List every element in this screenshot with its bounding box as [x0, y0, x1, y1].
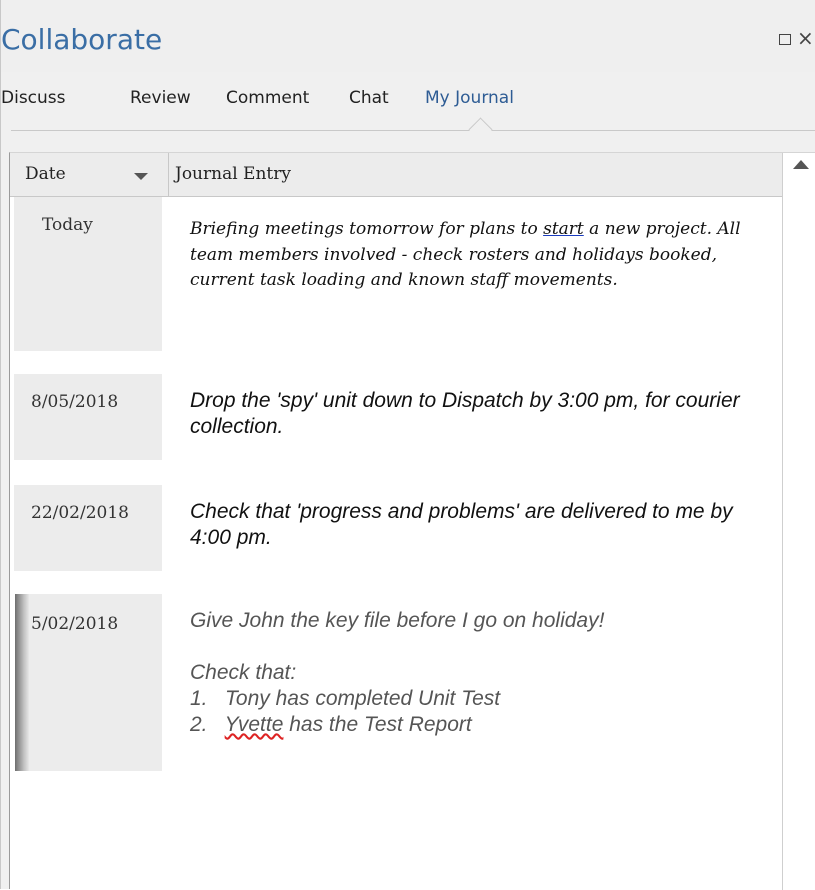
row-date: Today [42, 215, 93, 235]
sort-descending-icon[interactable] [134, 173, 148, 180]
entry-text: Give John the key file before I go on ho… [190, 609, 605, 632]
tab-discuss[interactable]: Discuss [1, 86, 66, 110]
row-date: 8/05/2018 [31, 392, 119, 412]
journal-grid: Date Journal Entry Today Briefing meetin… [9, 152, 815, 890]
tab-review[interactable]: Review [130, 86, 191, 110]
grid-header: Date Journal Entry [10, 153, 782, 197]
list-item: 2. Yvette has the Test Report [190, 713, 472, 736]
vertical-scrollbar[interactable] [782, 153, 815, 890]
entry-text: Briefing meetings tomorrow for plans to … [190, 219, 741, 290]
tab-bar: Discuss Review Comment Chat My Journal [1, 80, 815, 124]
column-header-journal-entry[interactable]: Journal Entry [175, 164, 291, 184]
row-selection-indicator [15, 594, 29, 771]
date-cell[interactable]: 8/05/2018 [14, 374, 162, 460]
row-date: 5/02/2018 [31, 614, 119, 634]
column-header-date[interactable]: Date [25, 164, 66, 184]
window-title: Collaborate [1, 23, 163, 56]
collaborate-window: Collaborate × Discuss Review Comment Cha… [0, 0, 815, 890]
entry-text: Check that: [190, 661, 297, 684]
row-date: 22/02/2018 [31, 503, 129, 523]
scroll-up-arrow-icon[interactable] [793, 160, 809, 169]
date-cell[interactable]: 22/02/2018 [14, 485, 162, 571]
journal-entry[interactable]: Check that 'progress and problems' are d… [190, 499, 775, 551]
entry-text: Drop the 'spy' unit down to Dispatch by … [190, 389, 740, 438]
misspelled-word: Yvette [224, 713, 284, 736]
journal-entry[interactable]: Drop the 'spy' unit down to Dispatch by … [190, 388, 775, 440]
underlined-word: start [543, 219, 584, 239]
maximize-icon[interactable] [779, 34, 791, 45]
journal-entry[interactable]: Briefing meetings tomorrow for plans to … [190, 217, 775, 294]
list-item: 1. Tony has completed Unit Test [190, 687, 501, 710]
entry-text: Check that 'progress and problems' are d… [190, 500, 733, 549]
tab-my-journal[interactable]: My Journal [425, 86, 514, 110]
title-bar: Collaborate × [1, 0, 815, 72]
close-icon[interactable]: × [797, 28, 814, 48]
tab-chat[interactable]: Chat [349, 86, 389, 110]
tab-comment[interactable]: Comment [226, 86, 309, 110]
header-divider[interactable] [168, 153, 169, 197]
tab-underline [11, 130, 815, 131]
date-cell[interactable]: Today [14, 197, 162, 351]
date-cell[interactable]: 5/02/2018 [29, 594, 162, 771]
journal-entry[interactable]: Give John the key file before I go on ho… [190, 608, 775, 738]
